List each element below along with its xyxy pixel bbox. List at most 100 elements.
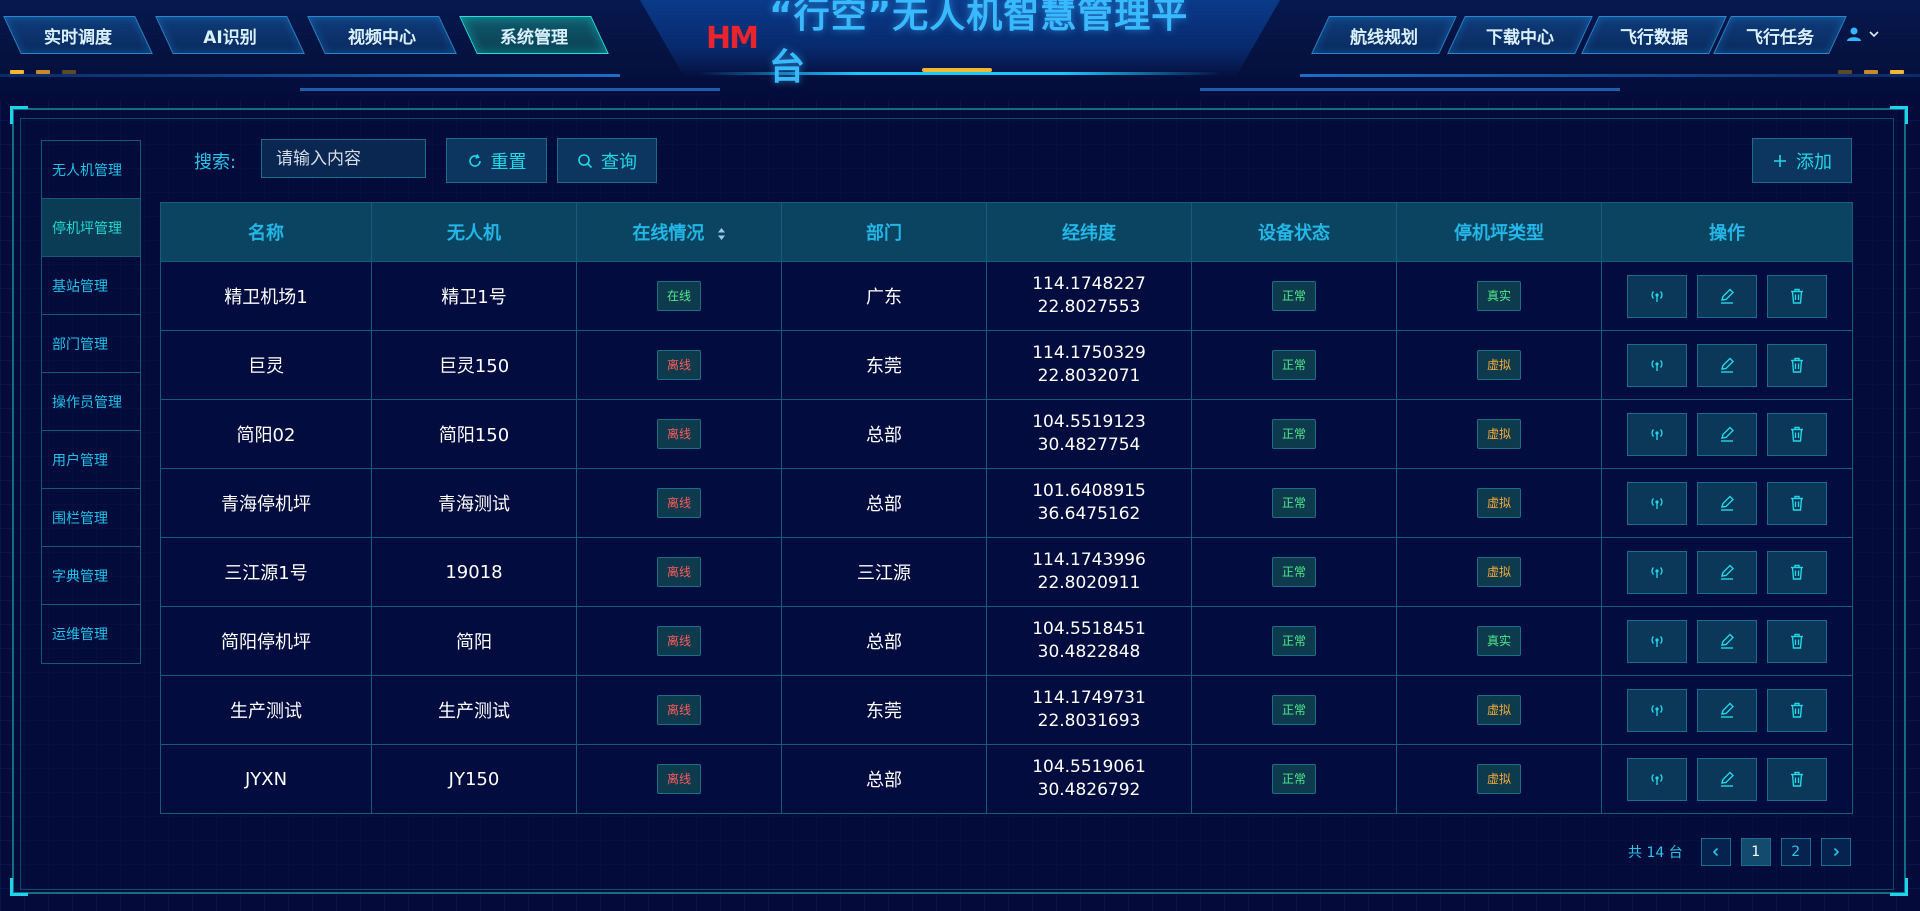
signal-button[interactable] xyxy=(1627,619,1687,663)
column-header-online[interactable]: 在线情况 xyxy=(576,202,782,262)
edit-button[interactable] xyxy=(1697,619,1757,663)
delete-icon xyxy=(1788,563,1806,581)
user-menu[interactable] xyxy=(1846,26,1880,42)
signal-button[interactable] xyxy=(1627,688,1687,732)
sidebar-item-user-management[interactable]: 用户管理 xyxy=(42,431,140,489)
sidebar-item-fence-management[interactable]: 围栏管理 xyxy=(42,489,140,547)
cell-department: 东莞 xyxy=(781,675,987,745)
device-status-badge: 正常 xyxy=(1271,281,1316,311)
edit-button[interactable] xyxy=(1697,481,1757,525)
pagination-prev-button[interactable] xyxy=(1700,838,1731,866)
header-dash xyxy=(1864,70,1878,74)
cell-online: 离线 xyxy=(576,537,782,607)
signal-icon xyxy=(1648,701,1666,719)
cell-coordinates: 104.5518451 30.4822848 xyxy=(986,606,1192,676)
pad-type-badge: 虚拟 xyxy=(1476,488,1521,518)
pagination-next-button[interactable] xyxy=(1820,838,1851,866)
chevron-right-icon xyxy=(1833,847,1839,857)
tab-ai-recognition[interactable]: AI识别 xyxy=(155,16,305,54)
column-header-pad-type: 停机坪类型 xyxy=(1396,202,1602,262)
delete-button[interactable] xyxy=(1767,343,1827,387)
tab-flight-tasks[interactable]: 飞行任务 xyxy=(1713,16,1847,54)
delete-button[interactable] xyxy=(1767,481,1827,525)
signal-icon xyxy=(1648,356,1666,374)
tab-video-center[interactable]: 视频中心 xyxy=(307,16,457,54)
tab-route-planning[interactable]: 航线规划 xyxy=(1311,16,1457,54)
cell-actions xyxy=(1601,744,1853,814)
row-actions xyxy=(1602,550,1852,594)
signal-button[interactable] xyxy=(1627,550,1687,594)
online-status-badge: 离线 xyxy=(656,695,701,725)
search-icon xyxy=(578,153,593,168)
pagination-page-1[interactable]: 1 xyxy=(1740,838,1771,866)
sidebar-item-pad-management[interactable]: 停机坪管理 xyxy=(42,199,140,257)
delete-button[interactable] xyxy=(1767,619,1827,663)
cell-actions xyxy=(1601,468,1853,538)
edit-button[interactable] xyxy=(1697,274,1757,318)
signal-button[interactable] xyxy=(1627,481,1687,525)
header-dash xyxy=(10,70,24,74)
frame-corner xyxy=(10,106,28,124)
delete-button[interactable] xyxy=(1767,757,1827,801)
pagination-total: 共 14 台 xyxy=(1628,845,1683,861)
cell-drone: 青海测试 xyxy=(371,468,577,538)
tab-realtime-dispatch[interactable]: 实时调度 xyxy=(3,16,153,54)
row-actions xyxy=(1602,688,1852,732)
sidebar-item-operator-management[interactable]: 操作员管理 xyxy=(42,373,140,431)
edit-icon xyxy=(1718,356,1736,374)
signal-icon xyxy=(1648,770,1666,788)
sidebar-item-base-station-management[interactable]: 基站管理 xyxy=(42,257,140,315)
signal-icon xyxy=(1648,563,1666,581)
plus-icon xyxy=(1774,154,1786,167)
delete-button[interactable] xyxy=(1767,412,1827,456)
header: 实时调度 AI识别 视频中心 系统管理 HM “行空”无人机智慧管理平台 航线规… xyxy=(0,0,1920,100)
cell-coordinates: 114.1743996 22.8020911 xyxy=(986,537,1192,607)
device-status-badge: 正常 xyxy=(1271,626,1316,656)
longitude: 101.6408915 xyxy=(1032,481,1146,501)
signal-button[interactable] xyxy=(1627,343,1687,387)
edit-button[interactable] xyxy=(1697,412,1757,456)
edit-button[interactable] xyxy=(1697,343,1757,387)
pagination-page-2[interactable]: 2 xyxy=(1780,838,1811,866)
frame-corner xyxy=(1890,106,1908,124)
online-status-badge: 离线 xyxy=(656,557,701,587)
edit-button[interactable] xyxy=(1697,757,1757,801)
header-deco-line xyxy=(1300,74,1920,77)
tab-system-management[interactable]: 系统管理 xyxy=(459,16,609,54)
add-button[interactable]: 添加 xyxy=(1752,138,1852,183)
longitude: 114.1749731 xyxy=(1032,688,1146,708)
sidebar-item-department-management[interactable]: 部门管理 xyxy=(42,315,140,373)
sidebar-item-dictionary-management[interactable]: 字典管理 xyxy=(42,547,140,605)
sort-icon[interactable] xyxy=(717,227,726,241)
edit-button[interactable] xyxy=(1697,550,1757,594)
delete-button[interactable] xyxy=(1767,688,1827,732)
device-status-badge: 正常 xyxy=(1271,419,1316,449)
pad-table: 名称 无人机 在线情况 部门 经纬度 设备状态 停机坪类型 操作 精卫机场1 精卫… xyxy=(160,202,1853,814)
signal-button[interactable] xyxy=(1627,274,1687,318)
cell-online: 离线 xyxy=(576,468,782,538)
tab-download-center[interactable]: 下载中心 xyxy=(1447,16,1593,54)
cell-name: 简阳02 xyxy=(160,399,372,469)
table-header-row: 名称 无人机 在线情况 部门 经纬度 设备状态 停机坪类型 操作 xyxy=(160,202,1853,262)
signal-button[interactable] xyxy=(1627,412,1687,456)
signal-button[interactable] xyxy=(1627,757,1687,801)
header-dash xyxy=(1890,70,1904,74)
cell-name: 三江源1号 xyxy=(160,537,372,607)
longitude: 104.5519061 xyxy=(1032,757,1146,777)
search-input[interactable] xyxy=(261,139,426,178)
latitude: 36.6475162 xyxy=(1037,504,1141,524)
edit-button[interactable] xyxy=(1697,688,1757,732)
online-status-badge: 离线 xyxy=(656,350,701,380)
latitude: 22.8032071 xyxy=(1037,366,1141,386)
delete-button[interactable] xyxy=(1767,274,1827,318)
cell-online: 离线 xyxy=(576,675,782,745)
cell-name: JYXN xyxy=(160,744,372,814)
signal-icon xyxy=(1648,632,1666,650)
delete-button[interactable] xyxy=(1767,550,1827,594)
reset-button[interactable]: 重置 xyxy=(446,138,547,183)
sidebar-item-drone-management[interactable]: 无人机管理 xyxy=(42,141,140,199)
tab-flight-data[interactable]: 飞行数据 xyxy=(1581,16,1727,54)
sidebar-item-maintenance-management[interactable]: 运维管理 xyxy=(42,605,140,663)
query-button[interactable]: 查询 xyxy=(557,138,657,183)
table-row: 三江源1号 19018 离线 三江源 114.1743996 22.8020911 正常 虚拟 xyxy=(160,537,1853,607)
